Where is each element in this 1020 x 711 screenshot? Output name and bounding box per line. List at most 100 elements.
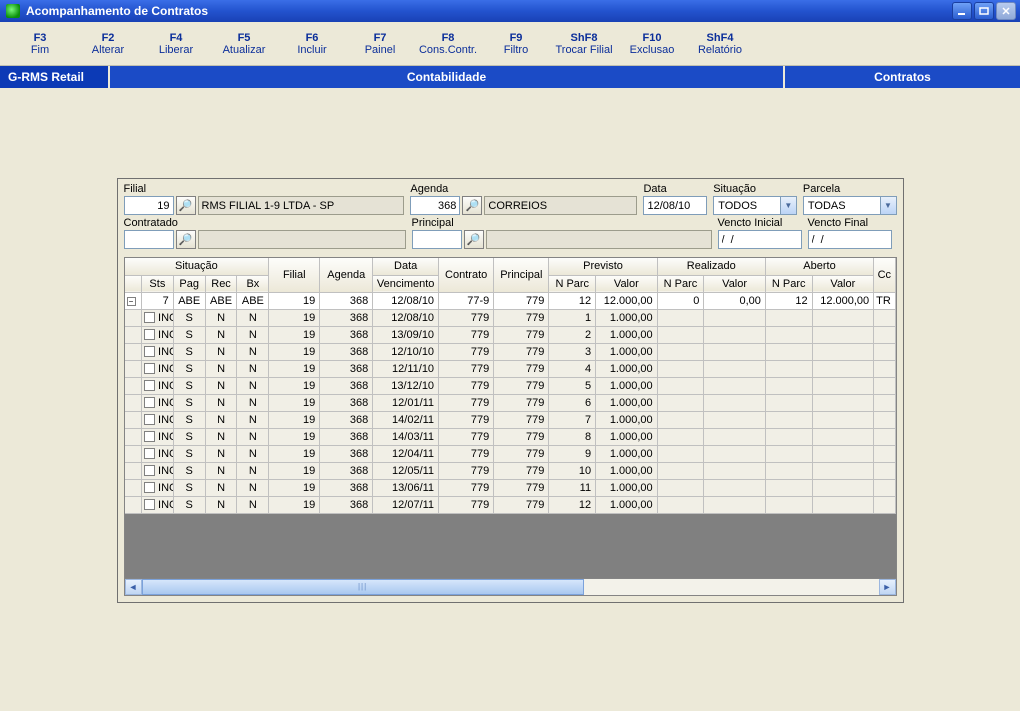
cell-venc[interactable]: 13/06/11 — [373, 479, 439, 496]
cell-valor-abe[interactable] — [812, 496, 874, 513]
cell-bx[interactable]: N — [237, 394, 269, 411]
cell-valor-real[interactable] — [704, 377, 766, 394]
cell-valor-real[interactable] — [704, 394, 766, 411]
cell-cc[interactable] — [874, 394, 895, 411]
cell-nparc-real[interactable] — [657, 445, 704, 462]
col-rec[interactable]: Rec — [205, 275, 237, 292]
close-button[interactable] — [996, 2, 1016, 20]
col-filial[interactable]: Filial — [269, 258, 320, 292]
cell-valor-real[interactable] — [704, 462, 766, 479]
checkbox[interactable] — [144, 414, 155, 425]
cell-rec[interactable]: N — [205, 445, 237, 462]
cell-cc[interactable] — [874, 462, 895, 479]
cell-venc[interactable]: 12/05/11 — [373, 462, 439, 479]
cell-principal[interactable]: 779 — [494, 445, 549, 462]
cell-venc[interactable]: 14/03/11 — [373, 428, 439, 445]
col-sts[interactable]: Sts — [141, 275, 173, 292]
grid-row[interactable]: INCSNN1936812/11/1077977941.000,00 — [125, 360, 896, 377]
cell-valor-prev[interactable]: 1.000,00 — [596, 445, 658, 462]
cell-principal[interactable]: 779 — [494, 479, 549, 496]
col-principal[interactable]: Principal — [494, 258, 549, 292]
checkbox[interactable] — [144, 482, 155, 493]
cell-nparc-prev[interactable]: 1 — [549, 309, 596, 326]
cell-nparc-abe[interactable] — [765, 479, 812, 496]
cell-valor-real[interactable] — [704, 360, 766, 377]
cell-contrato[interactable]: 779 — [439, 445, 494, 462]
cell-principal[interactable]: 779 — [494, 292, 549, 309]
cell-valor-real[interactable] — [704, 343, 766, 360]
parcela-combo[interactable]: TODAS ▼ — [803, 196, 897, 215]
toolbar-button-liberar[interactable]: F4Liberar — [142, 25, 210, 63]
cell-nparc-prev[interactable]: 8 — [549, 428, 596, 445]
cell-pag[interactable]: S — [173, 377, 205, 394]
cell-cc[interactable] — [874, 445, 895, 462]
cell-pag[interactable]: S — [173, 428, 205, 445]
cell-valor-abe[interactable] — [812, 479, 874, 496]
checkbox[interactable] — [144, 499, 155, 510]
cell-contrato[interactable]: 779 — [439, 377, 494, 394]
cell-venc[interactable]: 12/04/11 — [373, 445, 439, 462]
cell-valor-prev[interactable]: 1.000,00 — [596, 411, 658, 428]
cell-nparc-real[interactable] — [657, 462, 704, 479]
cell-principal[interactable]: 779 — [494, 394, 549, 411]
toolbar-button-cons-contr-[interactable]: F8Cons.Contr. — [414, 25, 482, 63]
cell-rec[interactable]: N — [205, 343, 237, 360]
cell-nparc-prev[interactable]: 5 — [549, 377, 596, 394]
principal-input[interactable] — [412, 230, 462, 249]
filial-input[interactable] — [124, 196, 174, 215]
cell-sts[interactable]: 7 — [141, 292, 173, 309]
checkbox[interactable] — [144, 380, 155, 391]
cell-filial[interactable]: 19 — [269, 309, 320, 326]
horizontal-scrollbar[interactable]: ◄ ||| ► — [124, 579, 897, 596]
cell-valor-prev[interactable]: 1.000,00 — [596, 428, 658, 445]
cell-rec[interactable]: N — [205, 462, 237, 479]
cell-valor-abe[interactable] — [812, 394, 874, 411]
cell-nparc-abe[interactable] — [765, 462, 812, 479]
cell-bx[interactable]: N — [237, 360, 269, 377]
grid-row[interactable]: INCSNN1936812/04/1177977991.000,00 — [125, 445, 896, 462]
checkbox[interactable] — [144, 346, 155, 357]
cell-valor-real[interactable] — [704, 309, 766, 326]
cell-nparc-abe[interactable] — [765, 411, 812, 428]
cell-venc[interactable]: 14/02/11 — [373, 411, 439, 428]
cell-contrato[interactable]: 779 — [439, 360, 494, 377]
cell-nparc-real[interactable] — [657, 394, 704, 411]
cell-nparc-prev[interactable]: 2 — [549, 326, 596, 343]
cell-valor-abe[interactable] — [812, 445, 874, 462]
cell-principal[interactable]: 779 — [494, 377, 549, 394]
cell-contrato[interactable]: 779 — [439, 343, 494, 360]
toolbar-button-alterar[interactable]: F2Alterar — [74, 25, 142, 63]
cell-contrato[interactable]: 779 — [439, 462, 494, 479]
agenda-input[interactable] — [410, 196, 460, 215]
grid-row[interactable]: INCSNN1936812/08/1077977911.000,00 — [125, 309, 896, 326]
toolbar-button-filtro[interactable]: F9Filtro — [482, 25, 550, 63]
cell-cc[interactable] — [874, 479, 895, 496]
cell-valor-abe[interactable] — [812, 377, 874, 394]
cell-bx[interactable]: N — [237, 462, 269, 479]
cell-sts[interactable]: INC — [141, 445, 173, 462]
checkbox[interactable] — [144, 312, 155, 323]
cell-sts[interactable]: INC — [141, 462, 173, 479]
cell-sts[interactable]: INC — [141, 326, 173, 343]
cell-pag[interactable]: S — [173, 309, 205, 326]
col-group-aberto[interactable]: Aberto — [765, 258, 873, 275]
scroll-left-button[interactable]: ◄ — [125, 579, 142, 595]
cell-nparc-prev[interactable]: 12 — [549, 292, 596, 309]
cell-agenda[interactable]: 368 — [320, 394, 373, 411]
data-input[interactable] — [643, 196, 707, 215]
cell-agenda[interactable]: 368 — [320, 343, 373, 360]
cell-valor-prev[interactable]: 1.000,00 — [596, 377, 658, 394]
cell-nparc-real[interactable] — [657, 428, 704, 445]
cell-nparc-real[interactable] — [657, 411, 704, 428]
cell-principal[interactable]: 779 — [494, 411, 549, 428]
cell-rec[interactable]: N — [205, 360, 237, 377]
cell-contrato[interactable]: 779 — [439, 479, 494, 496]
cell-valor-abe[interactable]: 12.000,00 — [812, 292, 874, 309]
cell-principal[interactable]: 779 — [494, 360, 549, 377]
cell-venc[interactable]: 12/10/10 — [373, 343, 439, 360]
cell-agenda[interactable]: 368 — [320, 445, 373, 462]
cell-sts[interactable]: INC — [141, 479, 173, 496]
grid-row[interactable]: INCSNN1936812/10/1077977931.000,00 — [125, 343, 896, 360]
col-valor-prev[interactable]: Valor — [596, 275, 658, 292]
cell-sts[interactable]: INC — [141, 496, 173, 513]
